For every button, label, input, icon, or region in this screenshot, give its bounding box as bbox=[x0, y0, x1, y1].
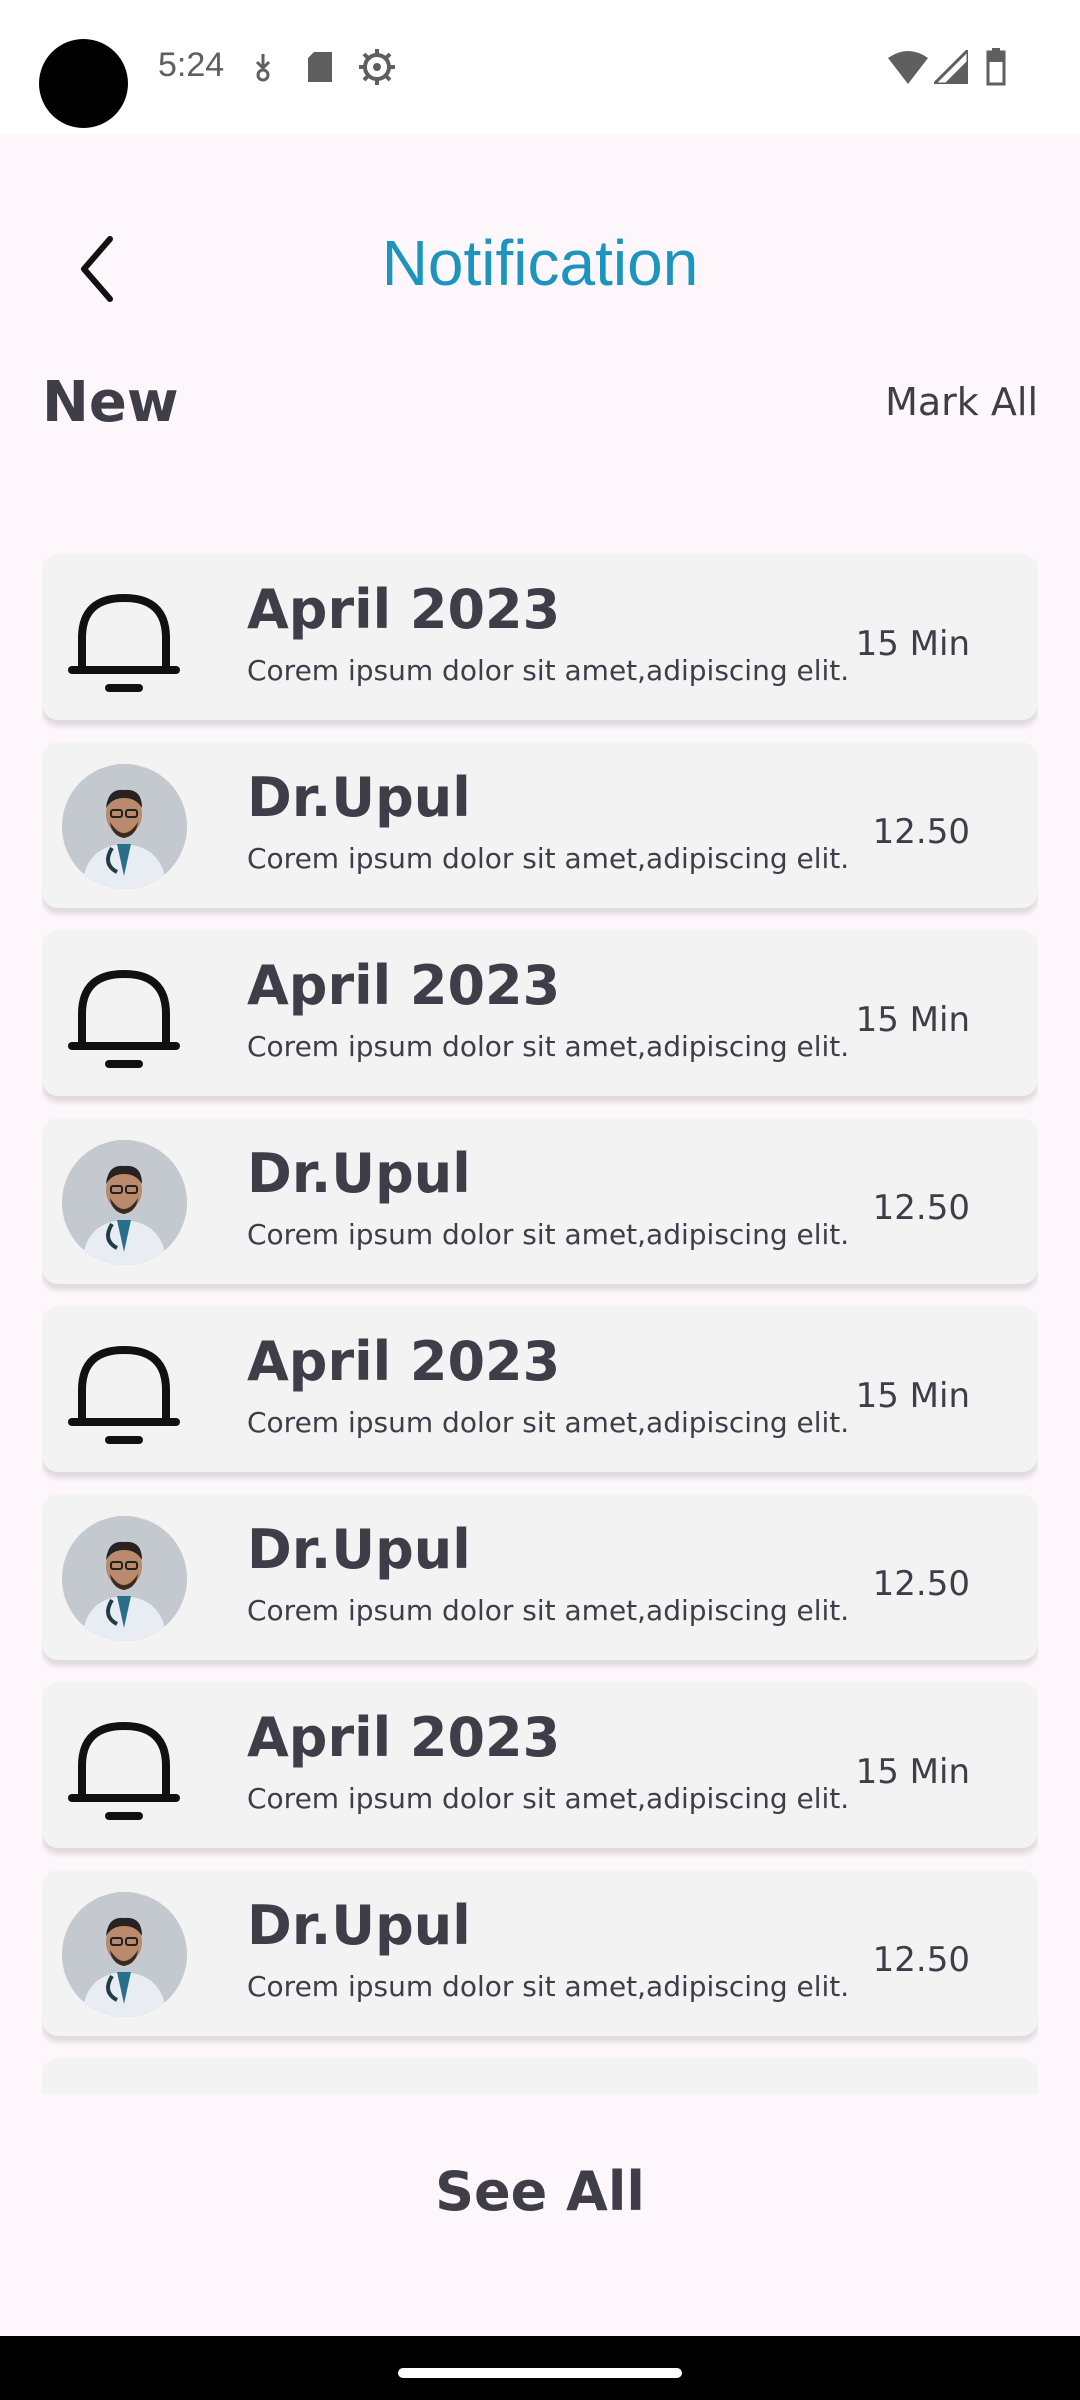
doctor-avatar-image bbox=[62, 1140, 187, 1265]
bell-icon-container bbox=[62, 576, 187, 701]
doctor-avatar-image bbox=[62, 1516, 187, 1641]
notification-time: 15 Min bbox=[855, 624, 970, 664]
notification-description: Corem ipsum dolor sit amet,adipiscing el… bbox=[247, 1782, 850, 1815]
mark-all-button[interactable]: Mark All bbox=[885, 380, 1038, 424]
bell-icon bbox=[68, 969, 180, 1068]
notification-card[interactable]: April 2023 Corem ipsum dolor sit amet,adi… bbox=[42, 1306, 1038, 1472]
settings-gear-icon bbox=[359, 49, 395, 85]
bell-icon-container bbox=[62, 952, 187, 1077]
notification-title: Dr.Upul bbox=[247, 1518, 471, 1581]
notification-list[interactable]: April 2023 Corem ipsum dolor sit amet,adi… bbox=[42, 554, 1038, 2094]
bell-icon-container bbox=[62, 1704, 187, 1829]
notification-title: April 2023 bbox=[247, 1330, 561, 1393]
bell-icon bbox=[68, 1721, 180, 1820]
notification-card[interactable]: April 2023 Corem ipsum dolor sit amet,adi… bbox=[42, 1682, 1038, 1848]
notification-time: 12.50 bbox=[872, 1564, 970, 1604]
sd-card-icon bbox=[308, 52, 332, 82]
download-icon bbox=[255, 54, 271, 82]
notification-title: Dr.Upul bbox=[247, 1142, 471, 1205]
notification-description: Corem ipsum dolor sit amet,adipiscing el… bbox=[247, 1030, 850, 1063]
notification-description: Corem ipsum dolor sit amet,adipiscing el… bbox=[247, 654, 850, 687]
notification-description: Corem ipsum dolor sit amet,adipiscing el… bbox=[247, 1594, 850, 1627]
status-time: 5:24 bbox=[158, 46, 225, 84]
notification-time: 12.50 bbox=[872, 1940, 970, 1980]
notification-card[interactable]: April 2023 Corem ipsum dolor sit amet,adi… bbox=[42, 554, 1038, 720]
notification-title: Dr.Upul bbox=[247, 766, 471, 829]
notification-card-partial[interactable] bbox=[42, 2058, 1038, 2094]
header: Notification bbox=[0, 134, 1080, 334]
notification-title: April 2023 bbox=[247, 578, 561, 641]
notification-card[interactable]: Dr.Upul Corem ipsum dolor sit amet,adipis… bbox=[42, 1494, 1038, 1660]
home-handle[interactable] bbox=[398, 2368, 682, 2378]
notification-title: Dr.Upul bbox=[247, 1894, 471, 1957]
notification-description: Corem ipsum dolor sit amet,adipiscing el… bbox=[247, 1218, 850, 1251]
see-all-button[interactable]: See All bbox=[0, 2160, 1080, 2223]
notification-card[interactable]: Dr.Upul Corem ipsum dolor sit amet,adipis… bbox=[42, 1870, 1038, 2036]
bell-icon-container bbox=[62, 1328, 187, 1453]
notification-time: 15 Min bbox=[855, 1376, 970, 1416]
notification-card[interactable]: April 2023 Corem ipsum dolor sit amet,adi… bbox=[42, 930, 1038, 1096]
bell-icon bbox=[68, 1345, 180, 1444]
notification-card[interactable]: Dr.Upul Corem ipsum dolor sit amet,adipis… bbox=[42, 742, 1038, 908]
page-title: Notification bbox=[381, 227, 699, 299]
section-title-new: New bbox=[42, 370, 179, 435]
bell-icon bbox=[68, 593, 180, 692]
camera-cutout bbox=[39, 39, 128, 128]
battery-icon bbox=[986, 48, 1006, 86]
avatar bbox=[62, 764, 187, 889]
status-bar: 5:24 bbox=[0, 0, 1080, 134]
notification-time: 12.50 bbox=[872, 812, 970, 852]
notification-title: April 2023 bbox=[247, 954, 561, 1017]
notification-time: 15 Min bbox=[855, 1000, 970, 1040]
avatar bbox=[62, 1140, 187, 1265]
notification-card[interactable]: Dr.Upul Corem ipsum dolor sit amet,adipis… bbox=[42, 1118, 1038, 1284]
avatar bbox=[62, 1516, 187, 1641]
notification-title: April 2023 bbox=[247, 1706, 561, 1769]
notification-description: Corem ipsum dolor sit amet,adipiscing el… bbox=[247, 842, 850, 875]
notification-time: 12.50 bbox=[872, 1188, 970, 1228]
notification-description: Corem ipsum dolor sit amet,adipiscing el… bbox=[247, 1406, 850, 1439]
doctor-avatar-image bbox=[62, 1892, 187, 2017]
notification-time: 15 Min bbox=[855, 1752, 970, 1792]
cellular-signal-icon bbox=[934, 50, 968, 84]
doctor-avatar-image bbox=[62, 764, 187, 889]
avatar bbox=[62, 1892, 187, 2017]
notification-description: Corem ipsum dolor sit amet,adipiscing el… bbox=[247, 1970, 850, 2003]
wifi-icon bbox=[888, 51, 928, 84]
